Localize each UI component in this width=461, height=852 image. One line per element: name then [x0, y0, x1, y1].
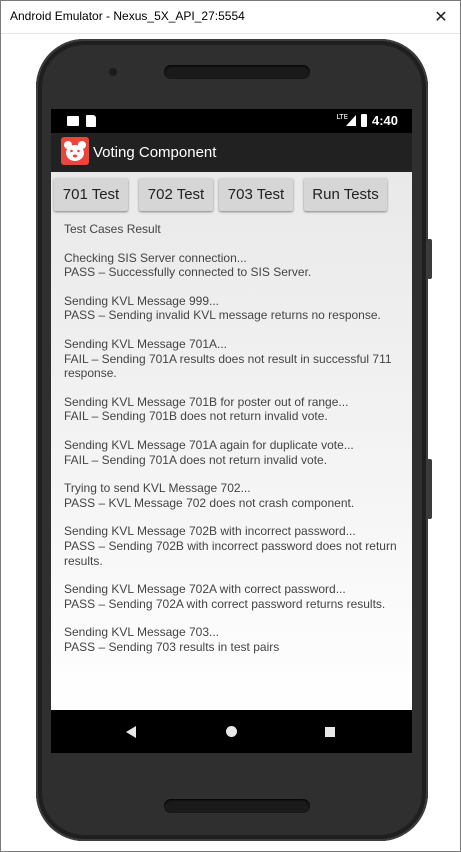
result-entry: Sending KVL Message 702A with correct pa… — [64, 582, 404, 611]
result-status: PASS – Sending invalid KVL message retur… — [64, 308, 381, 323]
window-title: Android Emulator - Nexus_5X_API_27:5554 — [10, 9, 245, 23]
results-heading: Test Cases Result — [64, 222, 161, 236]
bottom-speaker — [164, 799, 310, 813]
top-speaker — [164, 65, 310, 79]
result-action: Checking SIS Server connection... — [64, 250, 247, 265]
notification-icon — [67, 116, 79, 126]
battery-icon — [361, 114, 367, 127]
front-camera — [109, 68, 117, 76]
test-results: Test Cases Result Checking SIS Server co… — [64, 222, 404, 668]
result-status: FAIL – Sending 701A does not return inva… — [64, 452, 328, 467]
result-status: FAIL – Sending 701A results does not res… — [64, 351, 392, 381]
result-status: PASS – Sending 703 results in test pairs — [64, 639, 280, 654]
result-status: PASS – KVL Message 702 does not crash co… — [64, 495, 355, 510]
app-bar: Voting Component — [51, 133, 412, 172]
result-action: Trying to send KVL Message 702... — [64, 481, 251, 496]
test-703-button[interactable]: 703 Test — [219, 178, 293, 211]
main-content: 701 Test 702 Test 703 Test Run Tests Tes… — [51, 172, 412, 710]
result-entry: Checking SIS Server connection... PASS –… — [64, 251, 404, 280]
signal-icon — [346, 115, 356, 126]
result-action: Sending KVL Message 701A again for dupli… — [64, 437, 354, 452]
result-action: Sending KVL Message 701B for poster out … — [64, 394, 349, 409]
result-entry: Sending KVL Message 702B with incorrect … — [64, 524, 404, 568]
result-entry: Sending KVL Message 701A... FAIL – Sendi… — [64, 337, 404, 381]
result-entry: Sending KVL Message 701A again for dupli… — [64, 438, 404, 467]
power-button[interactable] — [427, 239, 432, 279]
result-status: FAIL – Sending 701B does not return inva… — [64, 409, 328, 424]
run-tests-button[interactable]: Run Tests — [304, 178, 387, 211]
result-status: PASS – Sending 702A with correct passwor… — [64, 596, 386, 611]
volume-button[interactable] — [427, 459, 432, 519]
result-entry: Sending KVL Message 999... PASS – Sendin… — [64, 294, 404, 323]
clock: 4:40 — [371, 113, 398, 128]
result-action: Sending KVL Message 701A... — [64, 336, 227, 351]
recents-icon[interactable] — [325, 727, 335, 737]
result-action: Sending KVL Message 702A with correct pa… — [64, 582, 346, 597]
test-702-button[interactable]: 702 Test — [139, 178, 213, 211]
result-action: Sending KVL Message 703... — [64, 625, 219, 640]
result-entry: Sending KVL Message 703... PASS – Sendin… — [64, 625, 404, 654]
status-bar: LTE 4:40 — [51, 109, 412, 133]
app-title: Voting Component — [93, 144, 217, 161]
home-icon[interactable] — [226, 726, 237, 737]
window-titlebar[interactable]: Android Emulator - Nexus_5X_API_27:5554 … — [1, 1, 460, 34]
emulator-window: Android Emulator - Nexus_5X_API_27:5554 … — [0, 0, 461, 852]
device-screen: LTE 4:40 Voting Component 701 Test 702 T… — [51, 109, 412, 753]
result-action: Sending KVL Message 702B with incorrect … — [64, 524, 356, 539]
test-701-button[interactable]: 701 Test — [54, 178, 128, 211]
navigation-bar — [51, 710, 412, 753]
result-status: PASS – Successfully connected to SIS Ser… — [64, 265, 312, 280]
result-entry: Sending KVL Message 701B for poster out … — [64, 395, 404, 424]
back-icon[interactable] — [126, 726, 136, 738]
result-status: PASS – Sending 702B with incorrect passw… — [64, 538, 397, 568]
result-action: Sending KVL Message 999... — [64, 293, 219, 308]
close-icon[interactable]: ✕ — [430, 6, 452, 28]
bear-logo-icon — [61, 137, 89, 165]
result-entry: Trying to send KVL Message 702... PASS –… — [64, 481, 404, 510]
sdcard-icon — [86, 115, 96, 127]
